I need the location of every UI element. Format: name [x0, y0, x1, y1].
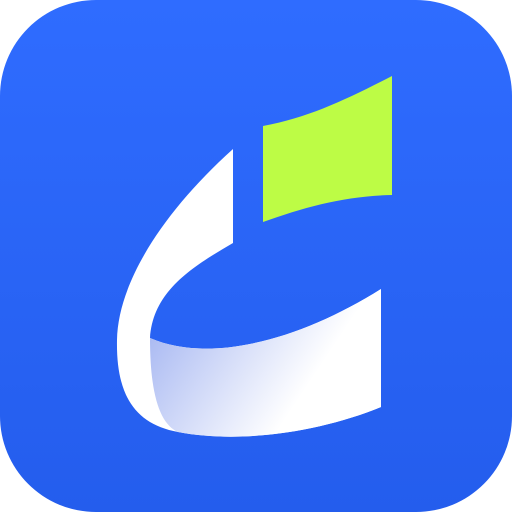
icon-canvas — [0, 0, 512, 512]
app-icon[interactable] — [0, 0, 512, 512]
app-logo-icon — [0, 0, 512, 512]
